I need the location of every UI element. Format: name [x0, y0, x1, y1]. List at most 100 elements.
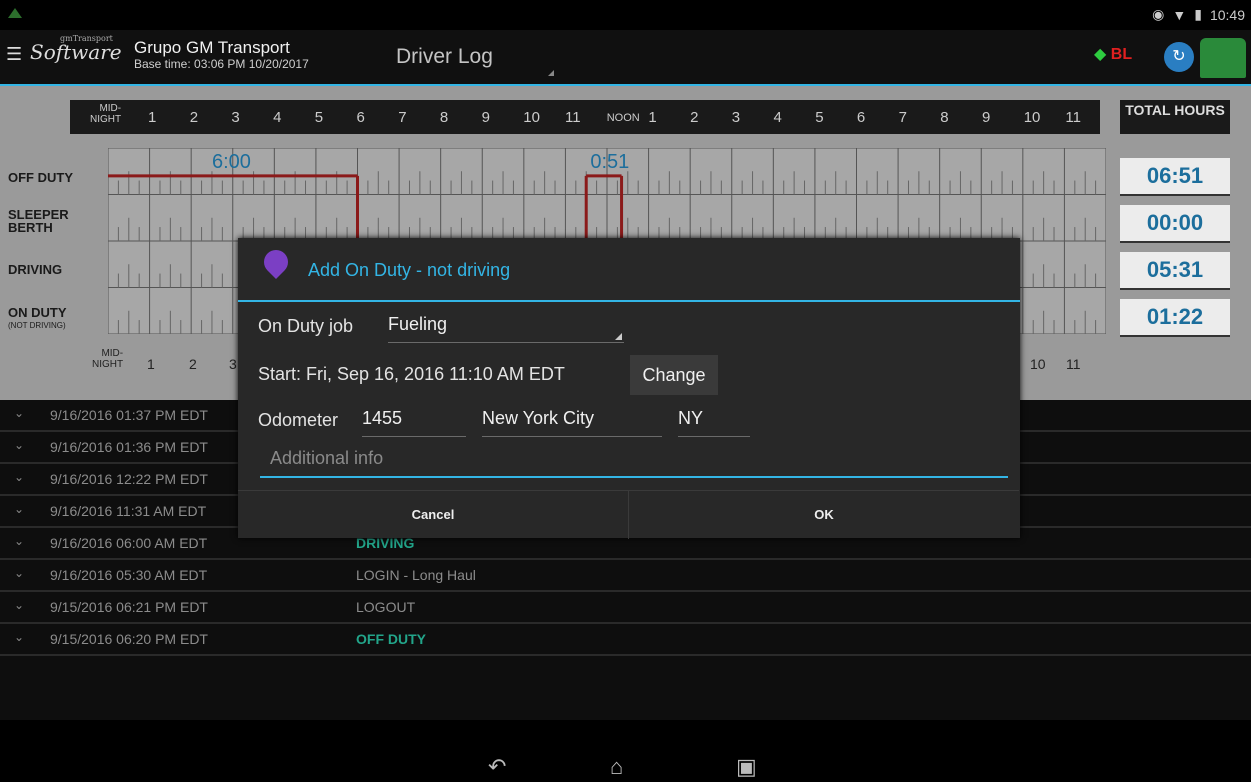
hour-label: 2	[690, 109, 699, 126]
hour-label-noon: NOON	[606, 112, 640, 124]
bl-label: BL	[1110, 46, 1133, 63]
event-time: 9/15/2016 06:21 PM EDT	[50, 599, 208, 615]
hour-label: 1	[148, 109, 157, 126]
chevron-down-icon[interactable]: ⌄	[14, 438, 24, 452]
on-duty-job-select[interactable]: Fueling	[388, 314, 624, 343]
hours-header: MID- NIGHT 1 2 3 4 5 6 7 8 9 10 11 NOON 1 2 3 4 5 6 7 8 9 10 11	[70, 100, 1100, 134]
driver-avatar[interactable]	[1200, 38, 1246, 78]
total-sleeper-berth: 00:00	[1120, 205, 1230, 243]
hour-label: 10	[1023, 109, 1041, 126]
hour-label: 6	[856, 109, 866, 126]
bottom-hour-11: 11	[1066, 356, 1081, 372]
total-off-duty: 06:51	[1120, 158, 1230, 196]
odometer-label: Odometer	[258, 410, 339, 430]
total-hours-header: TOTAL HOURS	[1120, 100, 1230, 134]
odometer-input[interactable]: 1455	[362, 408, 466, 437]
location-pin-icon	[259, 245, 293, 279]
screen-title-spinner[interactable]: Driver Log	[396, 45, 493, 69]
hour-label: 8	[439, 109, 449, 126]
hour-label: 7	[898, 109, 907, 126]
back-icon[interactable]: ↶	[488, 754, 506, 780]
on-duty-job-label: On Duty job	[258, 316, 354, 336]
duration-annotation: 6:00	[212, 151, 251, 173]
home-icon[interactable]: ⌂	[610, 754, 623, 780]
chevron-down-icon[interactable]: ⌄	[14, 598, 24, 612]
hour-label: 6	[356, 109, 365, 126]
dialog-title: Add On Duty - not driving	[308, 260, 511, 280]
event-time: 9/16/2016 11:31 AM EDT	[50, 503, 207, 519]
row-label-driving: DRIVING	[8, 262, 63, 277]
hour-label: 3	[231, 109, 240, 126]
total-driving: 05:31	[1120, 252, 1230, 290]
hour-label: 1	[648, 109, 657, 126]
list-item[interactable]: ⌄ 9/15/2016 06:21 PM EDT LOGOUT	[0, 592, 1251, 624]
bottom-hour-10: 10	[1030, 356, 1046, 372]
location-icon: ◉	[1152, 6, 1165, 22]
hour-label: 9	[982, 109, 991, 126]
hour-label: 9	[481, 109, 490, 126]
bluetooth-status[interactable]: ◆ BL	[1094, 44, 1132, 64]
start-time-text: Start: Fri, Sep 16, 2016 11:10 AM EDT	[258, 364, 565, 384]
row-label-on-duty: ON DUTY (NOT DRIVING)	[8, 306, 67, 332]
sync-icon[interactable]: ↻	[1164, 42, 1194, 72]
nav-bar: ↶ ⌂ ▣	[0, 740, 1251, 782]
menu-icon[interactable]: ☰	[6, 44, 22, 65]
bottom-hour-2: 2	[189, 356, 197, 372]
total-on-duty: 01:22	[1120, 299, 1230, 337]
duration-annotation: 0:51	[590, 151, 629, 173]
cancel-button[interactable]: Cancel	[238, 490, 629, 539]
list-item[interactable]: ⌄ 9/16/2016 05:30 AM EDT LOGIN - Long Haul	[0, 560, 1251, 592]
app-title: Grupo GM Transport	[134, 38, 290, 57]
hour-label: 4	[273, 109, 282, 126]
event-time: 9/16/2016 12:22 PM EDT	[50, 471, 208, 487]
action-bar: ☰ gmTransport Software Grupo GM Transpor…	[0, 30, 1251, 86]
chevron-down-icon[interactable]: ⌄	[14, 502, 24, 516]
recents-icon[interactable]: ▣	[736, 754, 757, 780]
hour-label: 7	[398, 109, 407, 126]
add-on-duty-dialog: Add On Duty - not driving On Duty job Fu…	[238, 238, 1020, 539]
bottom-hour-1: 1	[147, 356, 155, 372]
event-time: 9/16/2016 06:00 AM EDT	[50, 535, 208, 551]
status-time: 10:49	[1209, 6, 1245, 23]
city-input[interactable]: New York City	[482, 408, 662, 437]
event-type: OFF DUTY	[356, 631, 426, 647]
bottom-hour-3: 3	[229, 356, 237, 372]
logo: gmTransport Software	[30, 34, 122, 64]
event-time: 9/16/2016 05:30 AM EDT	[50, 567, 208, 583]
chevron-down-icon[interactable]: ⌄	[14, 534, 24, 548]
battery-icon: ▮	[1194, 6, 1202, 22]
hour-label: 5	[815, 109, 824, 126]
event-time: 9/15/2016 06:20 PM EDT	[50, 631, 208, 647]
status-bar: ◉ ▼ ▮ 10:49	[0, 0, 1251, 30]
event-type: LOGOUT	[356, 599, 416, 615]
hour-label: 3	[731, 109, 741, 126]
hour-label: 8	[940, 109, 949, 126]
list-item[interactable]: ⌄ 9/15/2016 06:20 PM EDT OFF DUTY	[0, 624, 1251, 656]
row-label-off-duty: OFF DUTY	[8, 170, 73, 185]
chevron-down-icon[interactable]: ⌄	[14, 630, 24, 644]
hour-label: 5	[314, 109, 324, 126]
hour-label: 11	[565, 109, 581, 126]
wifi-signal-icon: ◆	[1094, 46, 1107, 63]
row-label-sleeper-berth: SLEEPER BERTH	[8, 207, 69, 235]
chevron-down-icon[interactable]: ⌄	[14, 566, 24, 580]
hour-label: 10	[523, 109, 540, 126]
change-start-button[interactable]: Change	[630, 355, 718, 395]
hour-label: 2	[189, 109, 199, 126]
hour-label: 11	[1065, 109, 1081, 126]
base-time: Base time: 03:06 PM 10/20/2017	[134, 57, 309, 71]
event-type: LOGIN - Long Haul	[356, 567, 476, 583]
midnight-label-top: MID- NIGHT	[90, 103, 122, 125]
on-duty-sublabel: (NOT DRIVING)	[8, 321, 66, 330]
hour-label: 4	[773, 109, 782, 126]
chevron-down-icon[interactable]: ⌄	[14, 406, 24, 420]
logo-text: Software	[30, 40, 122, 64]
android-icon	[8, 8, 22, 18]
chevron-down-icon[interactable]: ⌄	[14, 470, 24, 484]
logo-small-text: gmTransport	[60, 34, 113, 43]
ok-button[interactable]: OK	[629, 490, 1019, 539]
on-duty-job-value: Fueling	[388, 314, 448, 334]
state-input[interactable]: NY	[678, 408, 750, 437]
additional-info-input[interactable]: Additional info	[260, 448, 1008, 478]
event-time: 9/16/2016 01:36 PM EDT	[50, 439, 208, 455]
